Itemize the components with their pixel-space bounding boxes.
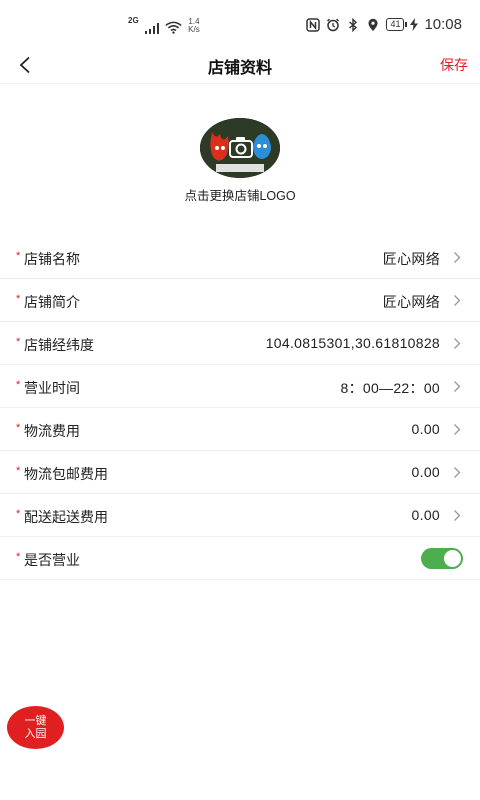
field-value: 8：00—22：00: [340, 380, 440, 396]
required-mark: *: [16, 422, 21, 434]
field-value: 0.00: [411, 464, 440, 480]
chevron-right-icon: [454, 424, 461, 435]
field-label: 物流费用: [24, 423, 80, 439]
nav-bar: 店铺资料 保存: [0, 52, 480, 84]
field-value: 匠心网络: [382, 251, 440, 267]
nfc-icon: [306, 17, 321, 32]
field-value: 104.0815301,30.61810828: [265, 335, 440, 351]
status-bar: 2G 1.4 K/s 41 10:08: [0, 0, 480, 52]
location-icon: [368, 18, 378, 31]
required-mark: *: [16, 551, 21, 563]
save-button[interactable]: 保存: [440, 55, 468, 75]
chevron-right-icon: [454, 252, 461, 263]
one-click-enter-park-button[interactable]: 一键 入园: [7, 706, 64, 749]
change-logo-hint[interactable]: 点击更换店铺LOGO: [0, 185, 480, 204]
field-label: 店铺简介: [24, 294, 80, 310]
form-row[interactable]: * 物流包邮费用 0.00: [0, 451, 480, 494]
chevron-right-icon: [454, 381, 461, 392]
required-mark: *: [16, 336, 21, 348]
store-logo[interactable]: [200, 118, 280, 178]
form-row[interactable]: * 店铺简介 匠心网络: [0, 279, 480, 322]
charging-icon: [410, 18, 419, 31]
form-row-open-status: * 是否营业: [0, 537, 480, 580]
form-row[interactable]: * 物流费用 0.00: [0, 408, 480, 451]
toggle-knob: [444, 550, 461, 567]
field-label: 营业时间: [24, 380, 80, 396]
wifi-icon: [165, 21, 182, 34]
alarm-icon: [327, 18, 340, 31]
required-mark: *: [16, 379, 21, 391]
field-label: 是否营业: [24, 552, 80, 568]
field-label: 物流包邮费用: [24, 466, 108, 482]
required-mark: *: [16, 250, 21, 262]
form-row[interactable]: * 店铺经纬度 104.0815301,30.61810828: [0, 322, 480, 365]
page-title: 店铺资料: [207, 60, 272, 77]
field-value: 0.00: [411, 421, 440, 437]
status-left: 2G 1.4 K/s: [128, 17, 200, 34]
required-mark: *: [16, 465, 21, 477]
required-mark: *: [16, 293, 21, 305]
form-row[interactable]: * 营业时间 8：00—22：00: [0, 365, 480, 408]
required-mark: *: [16, 508, 21, 520]
field-label: 店铺经纬度: [24, 337, 94, 353]
clock: 10:08: [424, 16, 462, 33]
chevron-right-icon: [454, 295, 461, 306]
store-info-form: * 店铺名称 匠心网络 * 店铺简介 匠心网络 * 店铺经纬度 104.0815301,30.6…: [0, 236, 480, 580]
network-speed: 1.4 K/s: [188, 18, 200, 34]
battery-icon: 41: [386, 18, 408, 31]
field-label: 店铺名称: [24, 251, 80, 267]
signal-icon: [144, 22, 160, 34]
chevron-right-icon: [454, 338, 461, 349]
chevron-right-icon: [454, 510, 461, 521]
fab-line1: 一键: [24, 714, 47, 727]
field-label: 配送起送费用: [24, 509, 108, 525]
network-type: 2G: [128, 16, 139, 25]
bluetooth-icon: [349, 17, 358, 32]
field-value: 匠心网络: [382, 294, 440, 310]
form-row[interactable]: * 配送起送费用 0.00: [0, 494, 480, 537]
status-right: 41 10:08: [306, 16, 462, 33]
field-value: 0.00: [411, 507, 440, 523]
form-row[interactable]: * 店铺名称 匠心网络: [0, 236, 480, 279]
open-status-toggle[interactable]: [421, 548, 463, 569]
fab-line2: 入园: [24, 727, 47, 740]
store-logo-image: [200, 118, 280, 178]
chevron-right-icon: [454, 467, 461, 478]
logo-section: 点击更换店铺LOGO: [0, 84, 480, 236]
speed-unit: K/s: [188, 25, 200, 34]
